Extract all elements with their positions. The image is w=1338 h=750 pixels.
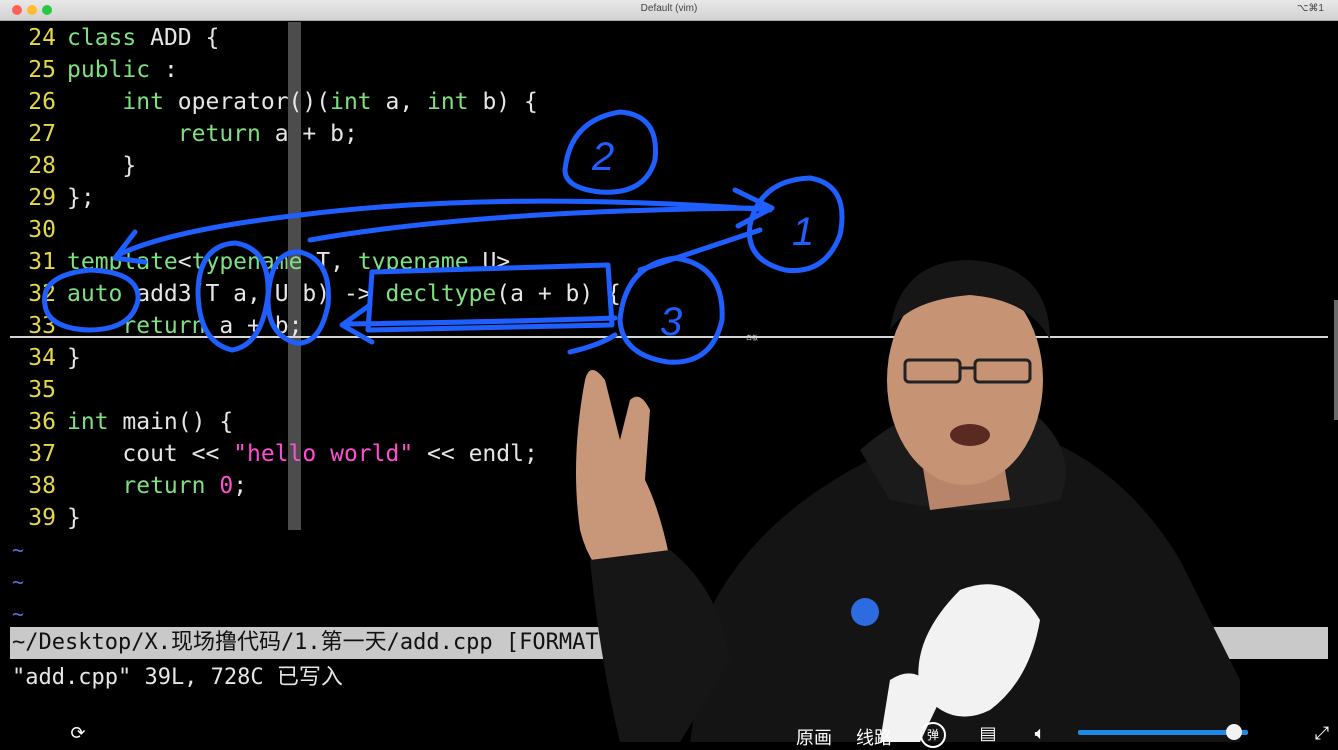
- code-line[interactable]: 27 return a + b;: [10, 118, 358, 150]
- code-token: int: [122, 89, 164, 115]
- line-number: 29: [28, 185, 56, 211]
- code-line[interactable]: 30: [10, 214, 67, 246]
- video-player-controls: [0, 706, 1338, 742]
- code-token: U>: [468, 249, 511, 275]
- code-token: class: [67, 25, 137, 51]
- code-line[interactable]: 26 int operator()(int a, int b) {: [10, 86, 538, 118]
- code-token: auto: [67, 281, 123, 307]
- code-token: typename: [357, 249, 469, 275]
- code-token: operator()(: [163, 89, 331, 115]
- code-line[interactable]: 35: [10, 374, 67, 406]
- code-token: decltype: [385, 281, 497, 307]
- code-token: add3(T a, U b) ->: [122, 281, 386, 307]
- code-token: int: [67, 409, 109, 435]
- empty-line-tilde: ~: [12, 570, 25, 594]
- code-token: return: [122, 473, 206, 499]
- line-number: 39: [28, 505, 56, 531]
- code-line[interactable]: 37 cout << "hello world" << endl;: [10, 438, 538, 470]
- code-token: a + b;: [260, 121, 358, 147]
- line-number: 36: [28, 409, 56, 435]
- code-token: template: [67, 249, 178, 275]
- code-token: };: [67, 185, 95, 211]
- code-line[interactable]: 25 public :: [10, 54, 178, 86]
- danmaku-icon[interactable]: 弹: [920, 722, 946, 748]
- code-token: main() {: [108, 409, 234, 435]
- line-number: 35: [28, 377, 56, 403]
- code-token: cout <<: [67, 441, 234, 467]
- line-number: 32: [28, 281, 56, 307]
- code-line[interactable]: 36 int main() {: [10, 406, 233, 438]
- code-token: public: [67, 57, 151, 83]
- refresh-icon[interactable]: ⟳: [66, 722, 90, 746]
- code-token: 0: [219, 473, 234, 499]
- line-number: 34: [28, 345, 56, 371]
- code-line[interactable]: 32 auto add3(T a, U b) -> decltype(a + b)…: [10, 278, 621, 310]
- line-number: 30: [28, 217, 56, 243]
- code-token: << endl;: [413, 441, 538, 467]
- line-number: 24: [28, 25, 56, 51]
- empty-line-tilde: ~: [12, 538, 25, 562]
- code-token: ;: [233, 473, 248, 499]
- code-line[interactable]: 31 template<typename T, typename U>: [10, 246, 510, 278]
- volume-icon[interactable]: 🔈︎: [1028, 722, 1052, 746]
- window-title: Default (vim): [640, 3, 698, 14]
- code-token: "hello world": [233, 441, 414, 467]
- code-line[interactable]: 34}: [10, 342, 81, 374]
- code-token: :: [150, 57, 178, 83]
- line-number: 25: [28, 57, 56, 83]
- code-token: int: [330, 89, 372, 115]
- line-number: 37: [28, 441, 56, 467]
- line-number: 28: [28, 153, 56, 179]
- code-token: a,: [371, 89, 428, 115]
- code-line[interactable]: 38 return 0;: [10, 470, 247, 502]
- code-token: typename: [191, 249, 303, 275]
- side-scrollbar[interactable]: [1334, 300, 1338, 420]
- presenter-video: [576, 260, 1240, 742]
- window-shortcut: ⌥⌘1: [1296, 3, 1324, 14]
- code-token: }: [67, 345, 81, 371]
- code-token: <: [177, 249, 192, 275]
- code-line[interactable]: 39}: [10, 502, 81, 534]
- code-token: ADD {: [136, 25, 220, 51]
- line-number: 27: [28, 121, 56, 147]
- code-token: }: [67, 153, 137, 179]
- volume-slider[interactable]: [1078, 730, 1248, 735]
- line-number: 38: [28, 473, 56, 499]
- code-token: int: [427, 89, 469, 115]
- code-line[interactable]: 28 }: [10, 150, 136, 182]
- window-title-bar: Default (vim) ⌥⌘1: [0, 0, 1338, 21]
- empty-line-tilde: ~: [12, 602, 25, 626]
- fullscreen-icon[interactable]: ⤢: [1310, 722, 1334, 746]
- code-token: return: [177, 121, 261, 147]
- line-number: 31: [28, 249, 56, 275]
- vim-message-line: "add.cpp" 39L, 728C 已写入: [12, 665, 343, 690]
- code-line[interactable]: 24 class ADD {: [10, 22, 219, 54]
- code-token: b) {: [468, 89, 538, 115]
- quality-button[interactable]: 原画: [796, 724, 832, 750]
- code-line[interactable]: 29};: [10, 182, 95, 214]
- code-token: T,: [302, 249, 358, 275]
- list-icon[interactable]: ▤: [976, 722, 1000, 746]
- line-number: 26: [28, 89, 56, 115]
- code-token: }: [67, 505, 81, 531]
- route-button[interactable]: 线路: [856, 724, 892, 750]
